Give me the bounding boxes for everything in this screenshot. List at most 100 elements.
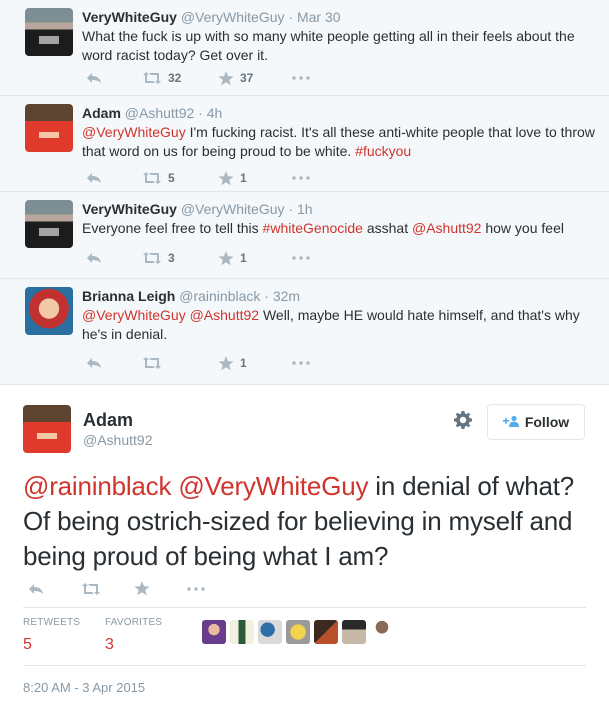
reply-button[interactable]	[86, 172, 142, 184]
favorites-label: FAVORITES	[105, 617, 163, 628]
hashtag-link[interactable]: #fuckyou	[355, 143, 411, 159]
tweet-text-segment: how you feel	[481, 220, 564, 236]
reply-icon	[86, 72, 102, 84]
mention-link[interactable]: @raininblack	[23, 471, 171, 501]
tweet-timestamp[interactable]: 8:20 AM - 3 Apr 2015	[23, 680, 145, 695]
retweet-icon	[142, 171, 162, 185]
retweet-button[interactable]: 32	[142, 71, 218, 85]
avatar[interactable]	[23, 405, 71, 453]
retweet-button[interactable]: 3	[142, 251, 218, 265]
avatar[interactable]	[202, 620, 226, 644]
gear-icon[interactable]	[453, 410, 473, 435]
more-button[interactable]	[187, 586, 240, 591]
add-user-icon	[502, 414, 519, 430]
reply-button[interactable]	[86, 357, 142, 369]
mention-link[interactable]: @VeryWhiteGuy	[82, 307, 186, 323]
author-handle[interactable]: @Ashutt92	[125, 105, 194, 121]
follow-button[interactable]: Follow	[487, 404, 585, 440]
reply-button[interactable]	[86, 252, 142, 264]
favorite-button[interactable]: 1	[218, 355, 292, 371]
retweet-count: 5	[168, 171, 175, 185]
tweet-actions: 5 1	[86, 168, 310, 188]
more-button[interactable]	[292, 176, 310, 180]
mention-link[interactable]: @Ashutt92	[190, 307, 259, 323]
reply-button[interactable]	[86, 72, 142, 84]
favorite-count: 1	[240, 171, 247, 185]
reply-icon	[28, 583, 44, 595]
focused-tweet: Adam @Ashutt92 Follow @raininblack @Very…	[0, 385, 609, 712]
tweet-text: What the fuck is up with so many white p…	[82, 27, 597, 65]
star-icon	[134, 581, 150, 596]
retweet-count: 32	[168, 71, 182, 85]
mention-link[interactable]: @Ashutt92	[412, 220, 481, 236]
retweet-button[interactable]	[81, 582, 134, 596]
star-icon	[218, 355, 234, 371]
conversation-thread: VeryWhiteGuy @VeryWhiteGuy · Mar 30 What…	[0, 0, 609, 385]
reply-button[interactable]	[28, 583, 81, 595]
author-handle[interactable]: @raininblack	[179, 288, 260, 304]
retweets-stat[interactable]: RETWEETS 5	[23, 617, 105, 654]
tweet-actions: 1	[86, 353, 310, 373]
more-icon	[187, 586, 205, 591]
avatar[interactable]	[314, 620, 338, 644]
more-button[interactable]	[292, 361, 310, 365]
author-handle[interactable]: @VeryWhiteGuy	[181, 9, 285, 25]
author-handle[interactable]: @Ashutt92	[83, 432, 152, 448]
favorites-stat[interactable]: FAVORITES 3	[105, 617, 187, 654]
retweets-value: 5	[23, 636, 32, 653]
favoriter-avatars	[202, 620, 394, 644]
tweet-text: @raininblack @VeryWhiteGuy in denial of …	[23, 469, 593, 574]
retweet-button[interactable]: 5	[142, 171, 218, 185]
retweet-button[interactable]	[142, 356, 218, 370]
avatar[interactable]	[230, 620, 254, 644]
star-icon	[218, 170, 234, 186]
avatar[interactable]	[25, 200, 73, 248]
tweet-text: @VeryWhiteGuy @Ashutt92 Well, maybe HE w…	[82, 306, 597, 344]
favorite-button[interactable]: 1	[218, 250, 292, 266]
hashtag-link[interactable]: #whiteGenocide	[263, 220, 363, 236]
retweet-icon	[142, 71, 162, 85]
avatar[interactable]	[25, 8, 73, 56]
tweet[interactable]: VeryWhiteGuy @VeryWhiteGuy · 1h Everyone…	[0, 192, 609, 279]
author-name[interactable]: VeryWhiteGuy	[82, 9, 177, 25]
divider	[23, 607, 586, 608]
favorite-count: 1	[240, 356, 247, 370]
reply-icon	[86, 172, 102, 184]
more-icon	[292, 361, 310, 365]
mention-link[interactable]: @VeryWhiteGuy	[82, 124, 186, 140]
star-icon	[218, 250, 234, 266]
tweet-text-segment: asshat	[362, 220, 412, 236]
avatar[interactable]	[25, 287, 73, 335]
more-button[interactable]	[292, 256, 310, 260]
divider	[23, 665, 586, 666]
retweet-icon	[81, 582, 101, 596]
author-name[interactable]: VeryWhiteGuy	[82, 201, 177, 217]
tweet-time[interactable]: 4h	[207, 105, 223, 121]
tweet[interactable]: VeryWhiteGuy @VeryWhiteGuy · Mar 30 What…	[0, 0, 609, 96]
author-name[interactable]: Adam	[82, 105, 121, 121]
author-handle[interactable]: @VeryWhiteGuy	[181, 201, 285, 217]
tweet-text-segment: What the fuck is up with so many white p…	[82, 28, 575, 63]
author-name[interactable]: Brianna Leigh	[82, 288, 175, 304]
avatar[interactable]	[342, 620, 366, 644]
tweet-time[interactable]: 32m	[273, 288, 300, 304]
tweet-stats: RETWEETS 5 FAVORITES 3	[23, 617, 187, 654]
tweet[interactable]: Brianna Leigh @raininblack · 32m @VeryWh…	[0, 279, 609, 385]
avatar[interactable]	[370, 620, 394, 644]
author-name[interactable]: Adam	[83, 410, 133, 431]
tweet-text: Everyone feel free to tell this #whiteGe…	[82, 219, 597, 238]
tweet-actions: 3 1	[86, 248, 310, 268]
favorite-button[interactable]: 1	[218, 170, 292, 186]
avatar[interactable]	[286, 620, 310, 644]
more-icon	[292, 176, 310, 180]
more-button[interactable]	[292, 76, 310, 80]
avatar[interactable]	[258, 620, 282, 644]
favorite-button[interactable]: 37	[218, 70, 292, 86]
tweet[interactable]: Adam @Ashutt92 · 4h @VeryWhiteGuy I'm fu…	[0, 96, 609, 192]
tweet-actions	[28, 581, 240, 596]
mention-link[interactable]: @VeryWhiteGuy	[178, 471, 368, 501]
favorite-button[interactable]	[134, 581, 187, 596]
avatar[interactable]	[25, 104, 73, 152]
tweet-time[interactable]: 1h	[297, 201, 313, 217]
tweet-time[interactable]: Mar 30	[297, 9, 341, 25]
